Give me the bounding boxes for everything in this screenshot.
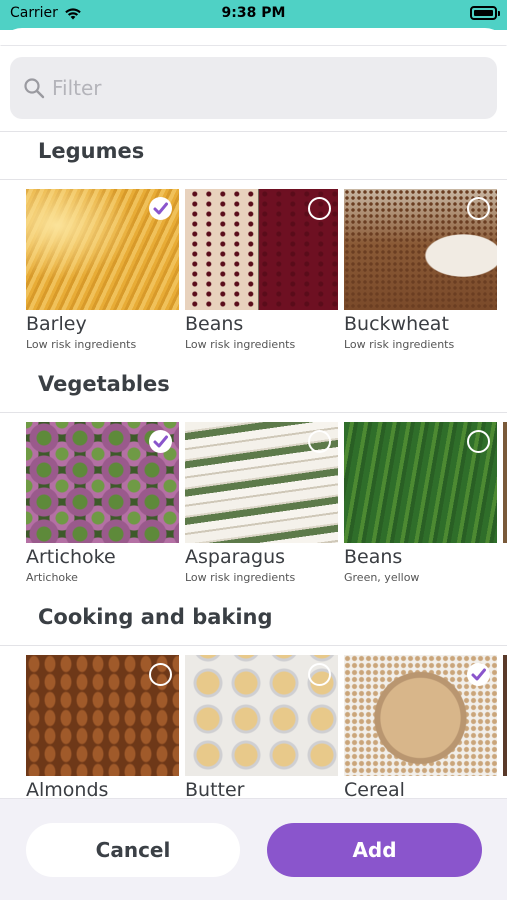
ingredient-card-partial[interactable] [503,189,507,364]
status-bar: Carrier 9:38 PM [0,0,507,30]
partial-card-image [503,422,507,543]
divider [0,645,507,646]
ingredient-name: Beans [344,546,403,568]
partial-card-image [503,189,507,310]
search-icon [24,78,45,99]
add-button[interactable]: Add [267,823,482,877]
ingredient-picker-sheet: Legumes Barley Low risk ingredients Bean… [0,28,507,900]
search-input[interactable] [52,76,452,100]
unselected-circle-icon[interactable] [308,197,331,220]
selected-check-icon[interactable] [149,197,172,220]
sheet-top-divider [0,45,507,46]
ingredient-card-beans[interactable]: Beans Low risk ingredients [185,189,338,364]
section-title-legumes: Legumes [38,139,145,163]
action-bar: Cancel Add [0,798,507,900]
vegetables-row: Artichoke Artichoke Asparagus Low risk i… [26,422,507,597]
ingredient-subtitle: Low risk ingredients [185,571,296,584]
unselected-circle-icon[interactable] [308,663,331,686]
unselected-circle-icon[interactable] [467,430,490,453]
ingredient-subtitle: Low risk ingredients [185,338,296,351]
ingredient-subtitle: Low risk ingredients [26,338,137,351]
ingredient-card-artichoke[interactable]: Artichoke Artichoke [26,422,179,597]
partial-card-image [503,655,507,776]
clock: 9:38 PM [221,5,286,21]
ingredient-card-barley[interactable]: Barley Low risk ingredients [26,189,179,364]
ingredient-name: Artichoke [26,546,116,568]
ingredient-name: Buckwheat [344,313,449,335]
search-bar[interactable] [10,57,497,119]
ingredient-card-asparagus[interactable]: Asparagus Low risk ingredients [185,422,338,597]
ingredient-name: Asparagus [185,546,286,568]
divider [0,412,507,413]
ingredient-card-green-beans[interactable]: Beans Green, yellow [344,422,497,597]
divider [0,131,507,132]
legumes-row: Barley Low risk ingredients Beans Low ri… [26,189,507,364]
ingredient-name: Beans [185,313,244,335]
ingredient-name: Barley [26,313,87,335]
section-title-vegetables: Vegetables [38,372,170,396]
ingredient-card-partial[interactable] [503,422,507,597]
section-title-cooking-baking: Cooking and baking [38,605,273,629]
ingredient-subtitle: Green, yellow [344,571,420,584]
ingredient-subtitle: Artichoke [26,571,78,584]
battery-icon [470,6,500,20]
unselected-circle-icon[interactable] [467,197,490,220]
divider [0,179,507,180]
selected-check-icon[interactable] [467,663,490,686]
ingredient-subtitle: Low risk ingredients [344,338,455,351]
ingredient-card-buckwheat[interactable]: Buckwheat Low risk ingredients [344,189,497,364]
unselected-circle-icon[interactable] [308,430,331,453]
cancel-button[interactable]: Cancel [26,823,240,877]
selected-check-icon[interactable] [149,430,172,453]
unselected-circle-icon[interactable] [149,663,172,686]
